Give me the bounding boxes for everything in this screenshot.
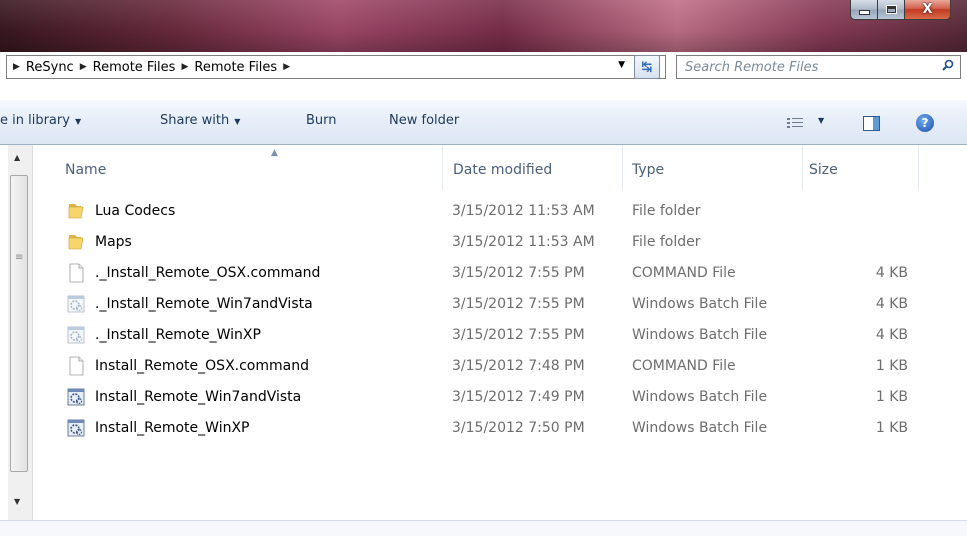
batch-file-icon-faded — [66, 325, 86, 345]
maximize-button[interactable] — [878, 0, 905, 20]
file-type: File folder — [632, 203, 701, 219]
window-controls: X — [850, 0, 951, 20]
file-type: COMMAND File — [632, 358, 736, 374]
scroll-down-icon[interactable]: ▼ — [14, 497, 20, 506]
column-size[interactable]: Size — [809, 162, 838, 178]
file-row[interactable]: ._Install_Remote_WinXP 3/15/2012 7:55 PM W… — [60, 320, 940, 351]
file-row[interactable]: Install_Remote_Win7andVista 3/15/2012 7:4… — [60, 382, 940, 413]
file-type: COMMAND File — [632, 265, 736, 281]
minimize-button[interactable] — [850, 0, 878, 20]
batch-file-icon — [66, 418, 86, 438]
file-size: 1 KB — [875, 389, 908, 405]
file-size: 4 KB — [875, 265, 908, 281]
close-button[interactable]: X — [905, 0, 951, 20]
file-name: Install_Remote_WinXP — [95, 420, 250, 436]
status-area — [0, 520, 967, 536]
folder-icon — [66, 232, 86, 252]
file-row[interactable]: ._Install_Remote_Win7andVista 3/15/2012 7… — [60, 289, 940, 320]
column-divider[interactable] — [622, 146, 623, 190]
column-name[interactable]: Name — [65, 162, 106, 178]
sort-ascending-icon: ▲ — [271, 148, 278, 158]
file-type: Windows Batch File — [632, 389, 768, 405]
address-bar[interactable]: ▶ ReSync ▶ Remote Files ▶ Remote Files ▶… — [6, 55, 666, 79]
file-date-modified: 3/15/2012 11:53 AM — [452, 203, 595, 219]
column-type[interactable]: Type — [632, 162, 664, 178]
file-row[interactable]: Install_Remote_WinXP 3/15/2012 7:50 PM Win… — [60, 413, 940, 444]
file-size: 1 KB — [875, 420, 908, 436]
breadcrumb-arrow-icon[interactable]: ▶ — [13, 62, 20, 72]
grip-icon: ≡ — [15, 252, 24, 263]
file-date-modified: 3/15/2012 7:55 PM — [452, 327, 585, 343]
search-icon[interactable] — [942, 59, 954, 71]
column-header: ▲ Name Date modified Type Size — [33, 146, 967, 190]
file-name: Install_Remote_OSX.command — [95, 358, 309, 374]
maximize-icon — [885, 5, 897, 14]
title-bar — [0, 0, 967, 52]
file-type: Windows Batch File — [632, 327, 768, 343]
column-divider[interactable] — [442, 146, 443, 190]
chevron-down-icon: ▼ — [234, 117, 241, 126]
breadcrumb-item[interactable]: Remote Files — [93, 60, 176, 75]
file-name: Lua Codecs — [95, 203, 176, 219]
help-icon[interactable]: ? — [916, 114, 934, 132]
breadcrumb-arrow-icon[interactable]: ▶ — [181, 62, 188, 72]
search-input[interactable]: Search Remote Files — [676, 55, 961, 79]
batch-file-icon-faded — [66, 294, 86, 314]
file-type: File folder — [632, 234, 701, 250]
address-dropdown-icon[interactable]: ▼ — [618, 60, 625, 70]
breadcrumb-item[interactable]: Remote Files — [194, 60, 277, 75]
breadcrumb-arrow-icon[interactable]: ▶ — [80, 62, 87, 72]
chevron-down-icon: ▼ — [74, 117, 82, 126]
file-name: Maps — [95, 234, 132, 250]
file-date-modified: 3/15/2012 7:48 PM — [452, 358, 585, 374]
breadcrumb-item[interactable]: ReSync — [26, 60, 74, 75]
file-name: Install_Remote_Win7andVista — [95, 389, 302, 405]
batch-file-icon — [66, 387, 86, 407]
file-date-modified: 3/15/2012 7:55 PM — [452, 296, 585, 312]
file-row[interactable]: Install_Remote_OSX.command 3/15/2012 7:48… — [60, 351, 940, 382]
include-in-library-button[interactable]: e in library ▼ — [0, 113, 81, 128]
scroll-up-icon[interactable]: ▲ — [14, 153, 20, 162]
file-date-modified: 3/15/2012 7:55 PM — [452, 265, 585, 281]
file-type: Windows Batch File — [632, 296, 768, 312]
file-type: Windows Batch File — [632, 420, 768, 436]
file-size: 1 KB — [875, 358, 908, 374]
column-date-modified[interactable]: Date modified — [453, 162, 552, 178]
file-date-modified: 3/15/2012 7:49 PM — [452, 389, 585, 405]
column-divider[interactable] — [802, 146, 803, 190]
file-date-modified: 3/15/2012 11:53 AM — [452, 234, 595, 250]
blank-file-icon — [66, 356, 86, 376]
file-name: ._Install_Remote_Win7andVista — [95, 296, 313, 312]
views-icon[interactable] — [787, 118, 803, 128]
file-name: ._Install_Remote_OSX.command — [95, 265, 321, 281]
file-size: 4 KB — [875, 327, 908, 343]
preview-pane-icon[interactable] — [863, 116, 880, 131]
new-folder-button[interactable]: New folder — [389, 113, 459, 128]
vertical-scrollbar[interactable]: ▲ ≡ ▼ — [8, 145, 33, 520]
file-size: 4 KB — [875, 296, 908, 312]
views-dropdown-icon[interactable]: ▼ — [818, 116, 824, 125]
file-date-modified: 3/15/2012 7:50 PM — [452, 420, 585, 436]
share-with-button[interactable]: Share with ▼ — [160, 113, 240, 128]
minimize-icon — [858, 10, 870, 15]
file-row[interactable]: ._Install_Remote_OSX.command 3/15/2012 7:… — [60, 258, 940, 289]
burn-button[interactable]: Burn — [306, 113, 337, 128]
refresh-icon: ↹ — [641, 59, 653, 75]
file-name: ._Install_Remote_WinXP — [95, 327, 261, 343]
file-row[interactable]: Lua Codecs 3/15/2012 11:53 AM File folder — [60, 196, 940, 227]
close-icon: X — [922, 2, 933, 17]
file-row[interactable]: Maps 3/15/2012 11:53 AM File folder — [60, 227, 940, 258]
refresh-button[interactable]: ↹ — [634, 55, 660, 79]
blank-file-icon — [66, 263, 86, 283]
folder-icon — [66, 201, 86, 221]
search-placeholder: Search Remote Files — [685, 59, 819, 75]
scrollbar-thumb[interactable]: ≡ — [10, 175, 28, 472]
breadcrumb-arrow-icon[interactable]: ▶ — [283, 62, 290, 72]
column-divider[interactable] — [918, 146, 919, 190]
